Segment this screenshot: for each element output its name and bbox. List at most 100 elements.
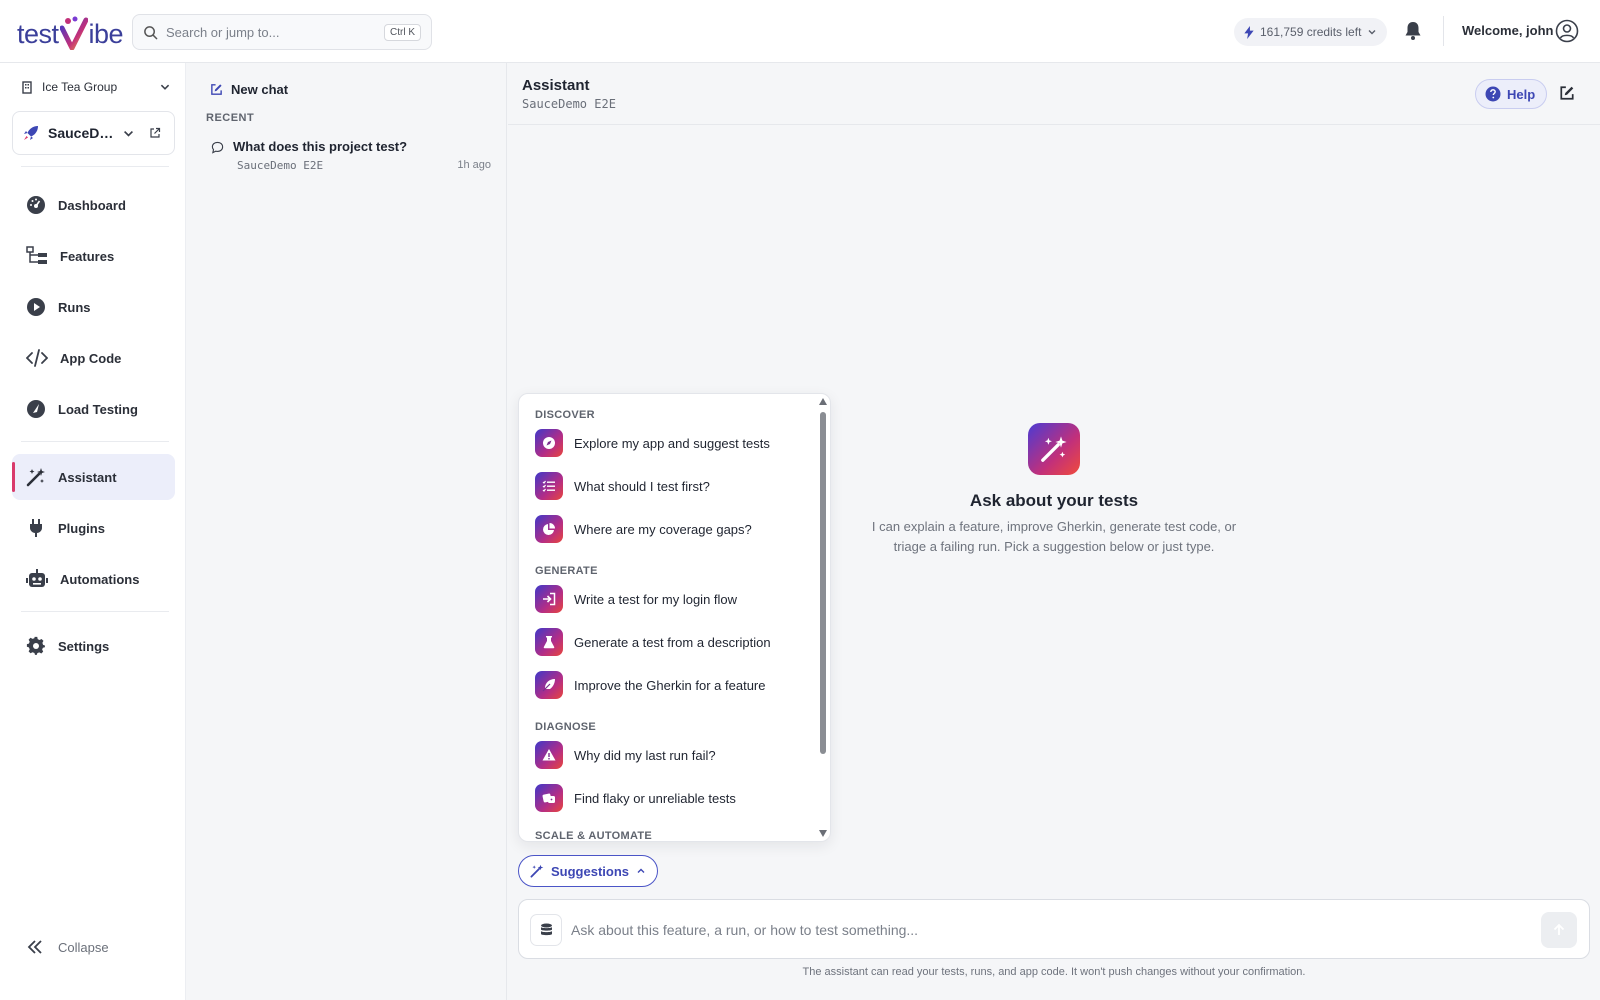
- top-bar: test ibe Ctrl K 161,759 credits left Wel…: [0, 0, 1600, 63]
- building-icon: [22, 80, 32, 94]
- suggestion-group-label: DIAGNOSE: [535, 721, 597, 733]
- suggestion-flaky-tests[interactable]: Find flaky or unreliable tests: [535, 782, 805, 814]
- suggestion-improve-gherkin[interactable]: Improve the Gherkin for a feature: [535, 669, 805, 701]
- sidebar-divider: [21, 441, 169, 442]
- global-search[interactable]: Ctrl K: [132, 14, 432, 50]
- new-chat-label: New chat: [231, 82, 289, 97]
- assistant-header: Assistant SauceDemo E2E Help: [508, 63, 1600, 125]
- magic-wand-icon: [26, 468, 45, 487]
- search-input[interactable]: [166, 24, 384, 40]
- logo[interactable]: test ibe: [17, 14, 124, 51]
- chat-history-panel: New chat RECENT What does this project t…: [187, 63, 507, 1000]
- chevron-up-icon: [637, 868, 645, 873]
- gauge-icon: [27, 196, 45, 214]
- chevron-down-icon[interactable]: [122, 127, 135, 140]
- sidebar-item-app-code[interactable]: App Code: [12, 335, 175, 381]
- scroll-up-arrow-icon[interactable]: [819, 398, 827, 405]
- new-chat-edit-icon[interactable]: [1559, 85, 1575, 101]
- sidebar-item-automations[interactable]: Automations: [12, 556, 175, 602]
- gear-icon: [26, 636, 45, 655]
- scroll-down-arrow-icon[interactable]: [819, 830, 827, 837]
- suggestion-label: Why did my last run fail?: [574, 747, 716, 763]
- page-title: Assistant: [522, 77, 590, 94]
- help-button[interactable]: Help: [1475, 79, 1548, 109]
- suggestion-label: Write a test for my login flow: [574, 591, 738, 607]
- warning-icon: [535, 741, 563, 769]
- user-avatar-icon[interactable]: [1555, 19, 1579, 43]
- list-check-icon: [535, 472, 563, 500]
- suggestions-label: Suggestions: [551, 863, 630, 879]
- chat-message-input[interactable]: [571, 918, 1491, 942]
- suggestion-group-label: GENERATE: [535, 565, 598, 577]
- suggestions-toggle-button[interactable]: Suggestions: [518, 855, 659, 887]
- sidebar-item-label: Assistant: [58, 469, 117, 485]
- suggestion-last-run-fail[interactable]: Why did my last run fail?: [535, 739, 805, 771]
- play-circle-icon: [27, 298, 45, 316]
- suggestion-group-label: SCALE & AUTOMATE: [535, 830, 653, 842]
- scroll-thumb[interactable]: [820, 412, 826, 754]
- context-source-button[interactable]: [530, 914, 562, 946]
- header-divider: [1443, 16, 1444, 46]
- empty-state-title: Ask about your tests: [969, 491, 1139, 510]
- send-button[interactable]: [1541, 912, 1577, 948]
- sidebar-item-runs[interactable]: Runs: [12, 284, 175, 330]
- hierarchy-icon: [26, 246, 47, 264]
- collapse-sidebar-button[interactable]: Collapse: [26, 939, 109, 955]
- chat-bubble-icon: [211, 141, 224, 154]
- org-switcher[interactable]: Ice Tea Group: [21, 80, 171, 94]
- arrow-up-icon: [1553, 923, 1565, 935]
- pie-chart-icon: [535, 515, 563, 543]
- suggestion-generate-from-description[interactable]: Generate a test from a description: [535, 626, 805, 658]
- suggestion-label: What should I test first?: [574, 478, 710, 494]
- database-icon: [540, 923, 552, 936]
- sidebar-item-assistant[interactable]: Assistant: [12, 454, 175, 500]
- sidebar-item-label: Dashboard: [58, 197, 126, 213]
- composer-disclaimer: The assistant can read your tests, runs,…: [802, 966, 1306, 978]
- robot-icon: [26, 569, 48, 587]
- project-name: SauceDemo E2E: [48, 125, 114, 141]
- suggestion-test-first[interactable]: What should I test first?: [535, 470, 805, 502]
- assistant-magic-icon: [1028, 423, 1080, 475]
- bell-icon[interactable]: [1404, 21, 1422, 41]
- code-icon: [26, 349, 48, 367]
- suggestion-group-label: DISCOVER: [535, 409, 595, 421]
- search-shortcut-hint: Ctrl K: [384, 23, 421, 41]
- sidebar-divider: [21, 166, 169, 167]
- sidebar-item-features[interactable]: Features: [12, 233, 175, 279]
- edit-icon: [211, 84, 222, 95]
- magic-wand-icon: [530, 864, 544, 878]
- suggestion-label: Explore my app and suggest tests: [574, 435, 770, 451]
- dropdown-scrollbar[interactable]: [818, 394, 828, 841]
- page-subtitle: SauceDemo E2E: [522, 97, 616, 111]
- chat-history-title: What does this project test?: [233, 139, 408, 154]
- sidebar-item-plugins[interactable]: Plugins: [12, 505, 175, 551]
- suggestion-login-test[interactable]: Write a test for my login flow: [535, 583, 805, 615]
- sidebar-item-load-testing[interactable]: Load Testing: [12, 386, 175, 432]
- logo-text-left: test: [17, 19, 59, 49]
- gauge-fast-icon: [27, 400, 45, 418]
- sidebar-item-dashboard[interactable]: Dashboard: [12, 182, 175, 228]
- plug-icon: [30, 519, 42, 537]
- lightning-icon: [1244, 25, 1254, 39]
- sidebar-item-label: Load Testing: [58, 401, 138, 417]
- new-chat-button[interactable]: New chat: [210, 82, 288, 97]
- sidebar-item-label: Features: [60, 248, 115, 264]
- sidebar-item-settings[interactable]: Settings: [12, 623, 175, 669]
- rocket-icon: [24, 126, 38, 140]
- suggestion-explore-app[interactable]: Explore my app and suggest tests: [535, 427, 805, 459]
- empty-state-description: I can explain a feature, improve Gherkin…: [871, 519, 1237, 554]
- suggestions-dropdown: DISCOVER Explore my app and suggest test…: [518, 393, 831, 842]
- suggestion-coverage-gaps[interactable]: Where are my coverage gaps?: [535, 513, 805, 545]
- sidebar-item-label: App Code: [60, 350, 122, 366]
- credits-badge[interactable]: 161,759 credits left: [1234, 18, 1388, 46]
- suggestion-label: Find flaky or unreliable tests: [574, 790, 736, 806]
- external-link-icon[interactable]: [149, 127, 161, 139]
- org-name: Ice Tea Group: [42, 80, 118, 94]
- sidebar: Ice Tea Group SauceDemo E2E Dashboard Fe…: [0, 63, 186, 1000]
- sidebar-item-label: Runs: [58, 299, 91, 315]
- chat-history-time: 1h ago: [457, 159, 491, 171]
- sidebar-item-label: Automations: [60, 571, 140, 587]
- project-switcher[interactable]: SauceDemo E2E: [12, 111, 175, 155]
- sidebar-item-label: Plugins: [58, 520, 105, 536]
- dice-icon: [535, 784, 563, 812]
